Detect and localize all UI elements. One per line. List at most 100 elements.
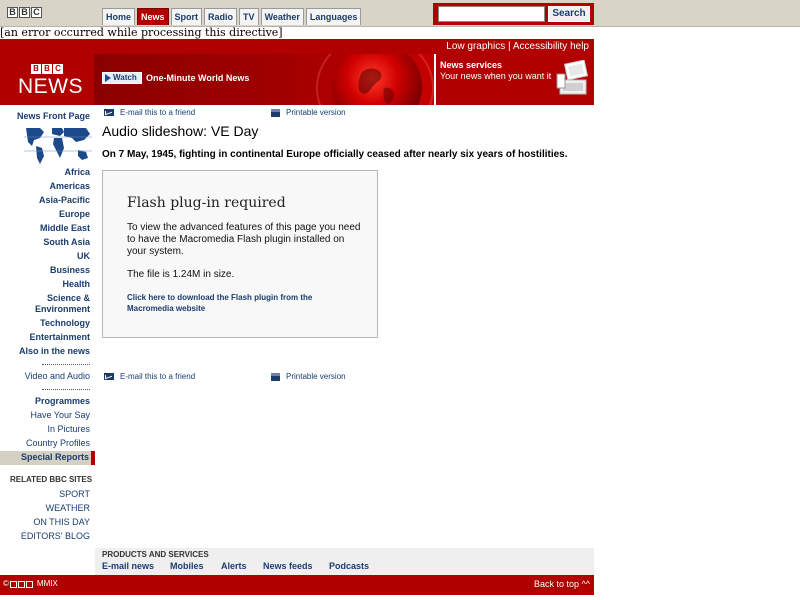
- nav-south-asia[interactable]: South Asia: [43, 237, 90, 248]
- nav-uk[interactable]: UK: [77, 251, 90, 262]
- devices-icon: [556, 60, 589, 95]
- copyright-icon: ©: [3, 579, 9, 588]
- nav-business[interactable]: Business: [50, 265, 90, 276]
- tab-home[interactable]: Home: [102, 8, 136, 25]
- envelope-icon: [104, 109, 114, 116]
- separator: |: [508, 41, 511, 52]
- copyright[interactable]: © B B C MMIX: [3, 579, 58, 589]
- nav-divider: [42, 364, 90, 365]
- nav-news-front-page[interactable]: News Front Page: [17, 111, 90, 122]
- nav-country-profiles[interactable]: Country Profiles: [26, 438, 90, 449]
- nav-in-pictures[interactable]: In Pictures: [47, 424, 90, 435]
- nav-special-reports[interactable]: Special Reports: [0, 451, 95, 465]
- related-sites-title: RELATED BBC SITES: [10, 475, 93, 484]
- tab-news[interactable]: News: [137, 8, 169, 25]
- play-icon: [105, 74, 111, 82]
- nav-middle-east[interactable]: Middle East: [40, 223, 90, 234]
- globe-icon: [332, 54, 422, 105]
- nav-entertainment[interactable]: Entertainment: [29, 332, 90, 343]
- watch-label: Watch: [113, 73, 137, 82]
- search-input[interactable]: [438, 6, 545, 22]
- bbc-logo-letter: C: [31, 7, 42, 18]
- printable-version-link[interactable]: Printable version: [271, 108, 346, 117]
- nav-also-in-the-news[interactable]: Also in the news: [19, 346, 90, 357]
- tab-languages[interactable]: Languages: [305, 8, 362, 25]
- news-services-panel[interactable]: News services Your news when you want it: [434, 54, 594, 105]
- footer: © B B C MMIX Back to top ^^: [0, 575, 594, 595]
- nav-divider: [42, 389, 90, 390]
- nav-science-line1: Science &: [46, 293, 90, 303]
- globe-continents-icon: [358, 68, 394, 104]
- search-area: Search: [433, 3, 594, 25]
- nav-science-line2: Environment: [34, 304, 90, 314]
- footer-logo-box: B: [17, 580, 25, 588]
- news-services-title: News services: [440, 60, 503, 70]
- back-to-top-link[interactable]: Back to top ^^: [534, 579, 590, 590]
- email-link-label: E-mail this to a friend: [120, 372, 196, 381]
- story-summary: On 7 May, 1945, fighting in continental …: [102, 149, 568, 160]
- world-map-icon: [24, 128, 92, 164]
- envelope-icon: [104, 373, 114, 380]
- email-to-friend-link[interactable]: E-mail this to a friend: [104, 108, 195, 117]
- footer-logo-box: B: [9, 580, 17, 588]
- nav-have-your-say[interactable]: Have Your Say: [30, 410, 90, 421]
- flash-download-link[interactable]: Click here to download the Flash plugin …: [127, 292, 357, 314]
- nav-technology[interactable]: Technology: [40, 318, 90, 329]
- copyright-year: MMIX: [36, 579, 58, 588]
- news-logo-letter: B: [42, 64, 52, 74]
- print-link-label: Printable version: [286, 372, 346, 381]
- nav-europe[interactable]: Europe: [59, 209, 90, 220]
- flash-title: Flash plug-in required: [127, 195, 286, 211]
- related-on-this-day[interactable]: ON THIS DAY: [33, 517, 90, 528]
- nav-special-reports-label: Special Reports: [20, 452, 89, 462]
- news-logo-word: NEWS: [18, 75, 83, 98]
- tab-radio[interactable]: Radio: [204, 8, 238, 25]
- products-and-services: PRODUCTS AND SERVICES E-mail news Mobile…: [95, 548, 594, 575]
- nav-africa[interactable]: Africa: [64, 167, 90, 178]
- products-title: PRODUCTS AND SERVICES: [102, 550, 209, 559]
- nav-programmes[interactable]: Programmes: [35, 396, 90, 407]
- tab-tv[interactable]: TV: [239, 8, 259, 25]
- bbc-logo-letter: B: [7, 7, 18, 18]
- flash-required-box: Flash plug-in required To view the advan…: [102, 170, 378, 338]
- news-services-subtitle: Your news when you want it: [440, 71, 552, 81]
- world-news-promo[interactable]: Watch One-Minute World News: [94, 54, 434, 105]
- bbc-logo[interactable]: B B C: [7, 7, 42, 18]
- product-mobiles[interactable]: Mobiles: [170, 561, 204, 572]
- footer-logo-box: C: [25, 580, 33, 588]
- print-link-label: Printable version: [286, 108, 346, 117]
- promo-title[interactable]: One-Minute World News: [146, 73, 249, 84]
- nav-video-and-audio[interactable]: Video and Audio: [25, 371, 90, 382]
- email-link-label: E-mail this to a friend: [120, 108, 196, 117]
- story-tools-bottom: E-mail this to a friend Printable versio…: [104, 372, 404, 384]
- flash-file-size: The file is 1.24M in size.: [127, 269, 235, 280]
- watch-button[interactable]: Watch: [102, 72, 142, 84]
- bbc-news-logo[interactable]: B B C NEWS: [0, 54, 94, 105]
- related-editors-blog[interactable]: EDITORS' BLOG: [21, 531, 90, 542]
- product-news-feeds[interactable]: News feeds: [263, 561, 313, 572]
- nav-americas[interactable]: Americas: [49, 181, 90, 192]
- email-to-friend-link[interactable]: E-mail this to a friend: [104, 372, 195, 381]
- printer-icon: [271, 108, 280, 117]
- page-title: Audio slideshow: VE Day: [102, 123, 259, 139]
- related-sport[interactable]: SPORT: [59, 489, 90, 500]
- related-weather[interactable]: WEATHER: [46, 503, 90, 514]
- news-logo-letter: C: [53, 64, 63, 74]
- top-bar: B B C Home News Sport Radio TV Weather L…: [0, 0, 800, 27]
- accessibility-help-link[interactable]: Accessibility help: [513, 41, 589, 52]
- nav-science-environment[interactable]: Science & Environment: [35, 293, 90, 315]
- bbc-logo-letter: B: [19, 7, 30, 18]
- error-message: [an error occurred while processing this…: [0, 26, 283, 39]
- nav-health[interactable]: Health: [62, 279, 90, 290]
- accessibility-bar: Low graphics | Accessibility help: [0, 39, 594, 54]
- product-email-news[interactable]: E-mail news: [102, 561, 154, 572]
- product-alerts[interactable]: Alerts: [221, 561, 247, 572]
- search-button[interactable]: Search: [548, 6, 590, 22]
- tab-sport[interactable]: Sport: [170, 8, 203, 25]
- low-graphics-link[interactable]: Low graphics: [446, 41, 505, 52]
- printable-version-link[interactable]: Printable version: [271, 372, 346, 381]
- printer-icon: [271, 372, 280, 381]
- nav-asia-pacific[interactable]: Asia-Pacific: [39, 195, 90, 206]
- product-podcasts[interactable]: Podcasts: [329, 561, 369, 572]
- tab-weather[interactable]: Weather: [260, 8, 304, 25]
